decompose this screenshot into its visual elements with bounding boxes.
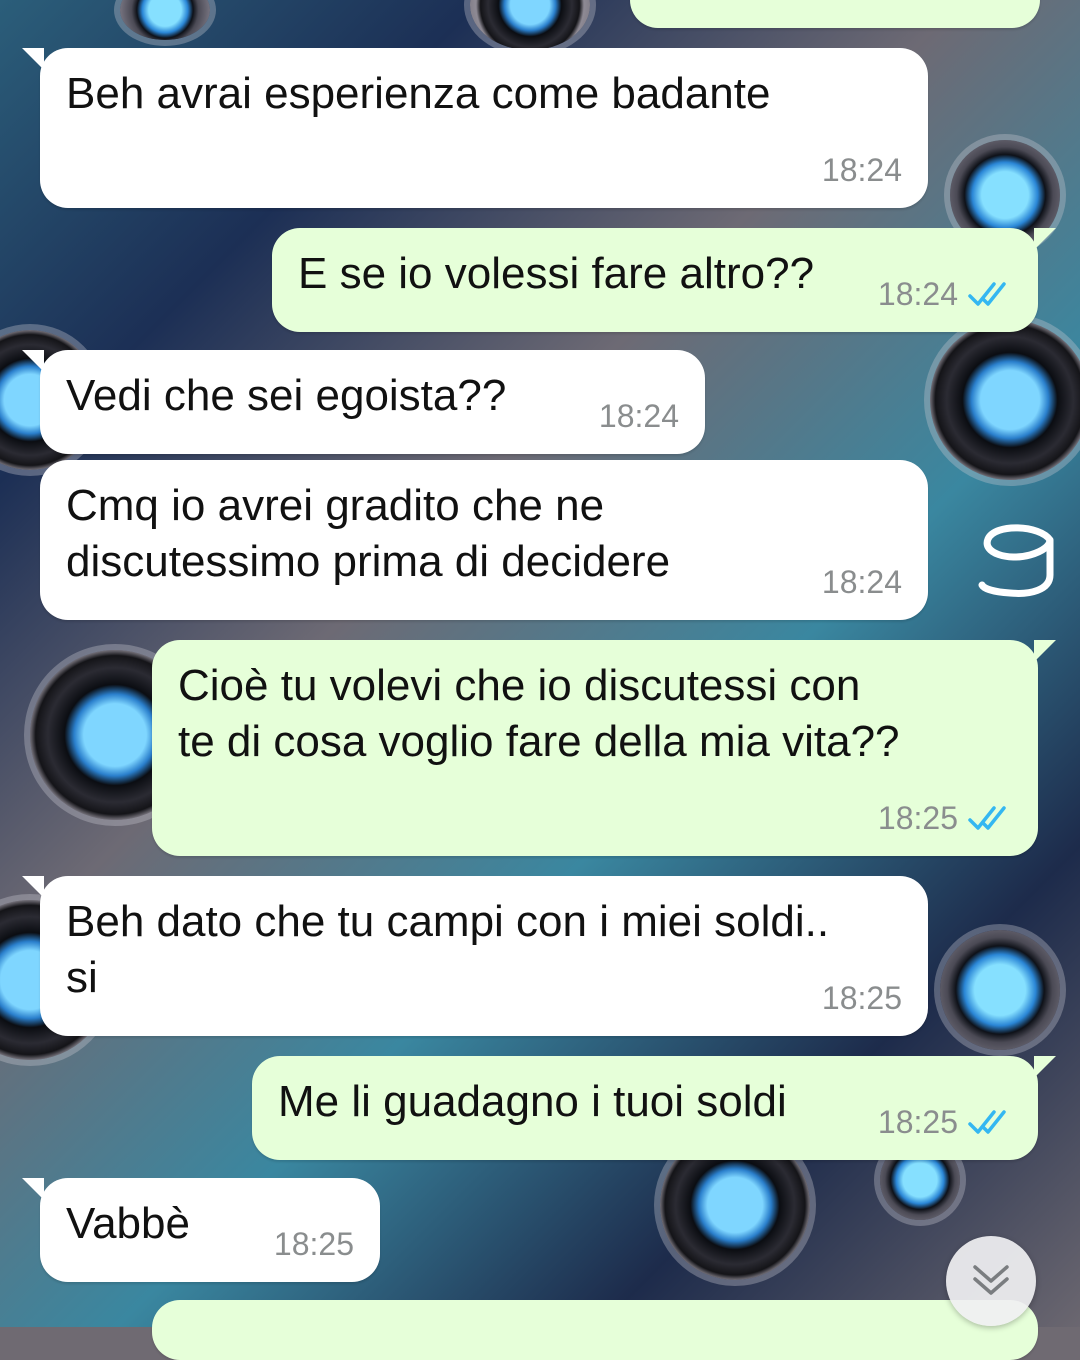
message-time: 18:25 xyxy=(821,980,902,1016)
message-time: 18:24 xyxy=(821,564,902,600)
message-text: Beh dato che tu campi con i miei soldi..… xyxy=(66,897,830,1002)
message-text: Beh avrai esperienza come badante xyxy=(66,69,771,118)
message-bubble-outgoing[interactable]: E se io volessi fare altro?? 18:24 xyxy=(272,228,1056,332)
wallpaper-lens xyxy=(120,0,210,40)
scroll-to-bottom-button[interactable] xyxy=(946,1236,1036,1326)
handwritten-mark xyxy=(978,524,1054,597)
message-bubble-outgoing[interactable]: Me li guadagno i tuoi soldi 18:25 xyxy=(252,1056,1056,1160)
chevron-double-down-icon xyxy=(973,1265,1009,1295)
message-text: Cmq io avrei gradito che ne discutessimo… xyxy=(66,481,671,586)
message-bubble-incoming[interactable]: Cmq io avrei gradito che ne discutessimo… xyxy=(40,460,928,620)
message-time: 18:25 xyxy=(877,800,958,836)
message-meta: 18:25 xyxy=(878,798,1012,838)
message-meta: 18:25 xyxy=(274,1224,354,1264)
wallpaper-lens xyxy=(940,930,1060,1050)
message-bubble-incoming[interactable]: Vedi che sei egoista?? 18:24 xyxy=(22,350,705,454)
message-meta: 18:25 xyxy=(822,978,902,1018)
message-meta: 18:24 xyxy=(822,562,902,602)
message-bubble-outgoing-partial xyxy=(630,0,1040,28)
message-meta: 18:24 xyxy=(878,274,1012,314)
wallpaper-lens xyxy=(930,320,1080,480)
message-bubble-outgoing[interactable]: Cioè tu volevi che io discutessi con te … xyxy=(152,640,1056,856)
message-text: Cioè tu volevi che io discutessi con te … xyxy=(178,661,900,766)
message-bubble-incoming[interactable]: Beh avrai esperienza come badante 18:24 xyxy=(22,48,928,208)
message-meta: 18:25 xyxy=(878,1102,1012,1142)
message-time: 18:24 xyxy=(598,398,679,434)
message-time: 18:24 xyxy=(877,276,958,312)
double-check-icon xyxy=(968,1110,1006,1134)
message-bubble-incoming[interactable]: Vabbè 18:25 xyxy=(22,1178,380,1282)
message-time: 18:25 xyxy=(273,1226,354,1262)
double-check-icon xyxy=(968,806,1006,830)
message-bubble-outgoing-partial xyxy=(152,1300,1038,1360)
message-meta: 18:24 xyxy=(599,396,679,436)
message-time: 18:25 xyxy=(877,1104,958,1140)
message-text: Vedi che sei egoista?? xyxy=(66,371,507,420)
message-time: 18:24 xyxy=(821,152,902,188)
double-check-icon xyxy=(968,282,1006,306)
message-bubble-incoming[interactable]: Beh dato che tu campi con i miei soldi..… xyxy=(22,876,928,1036)
message-meta: 18:24 xyxy=(822,150,902,190)
wallpaper-lens xyxy=(470,0,590,50)
